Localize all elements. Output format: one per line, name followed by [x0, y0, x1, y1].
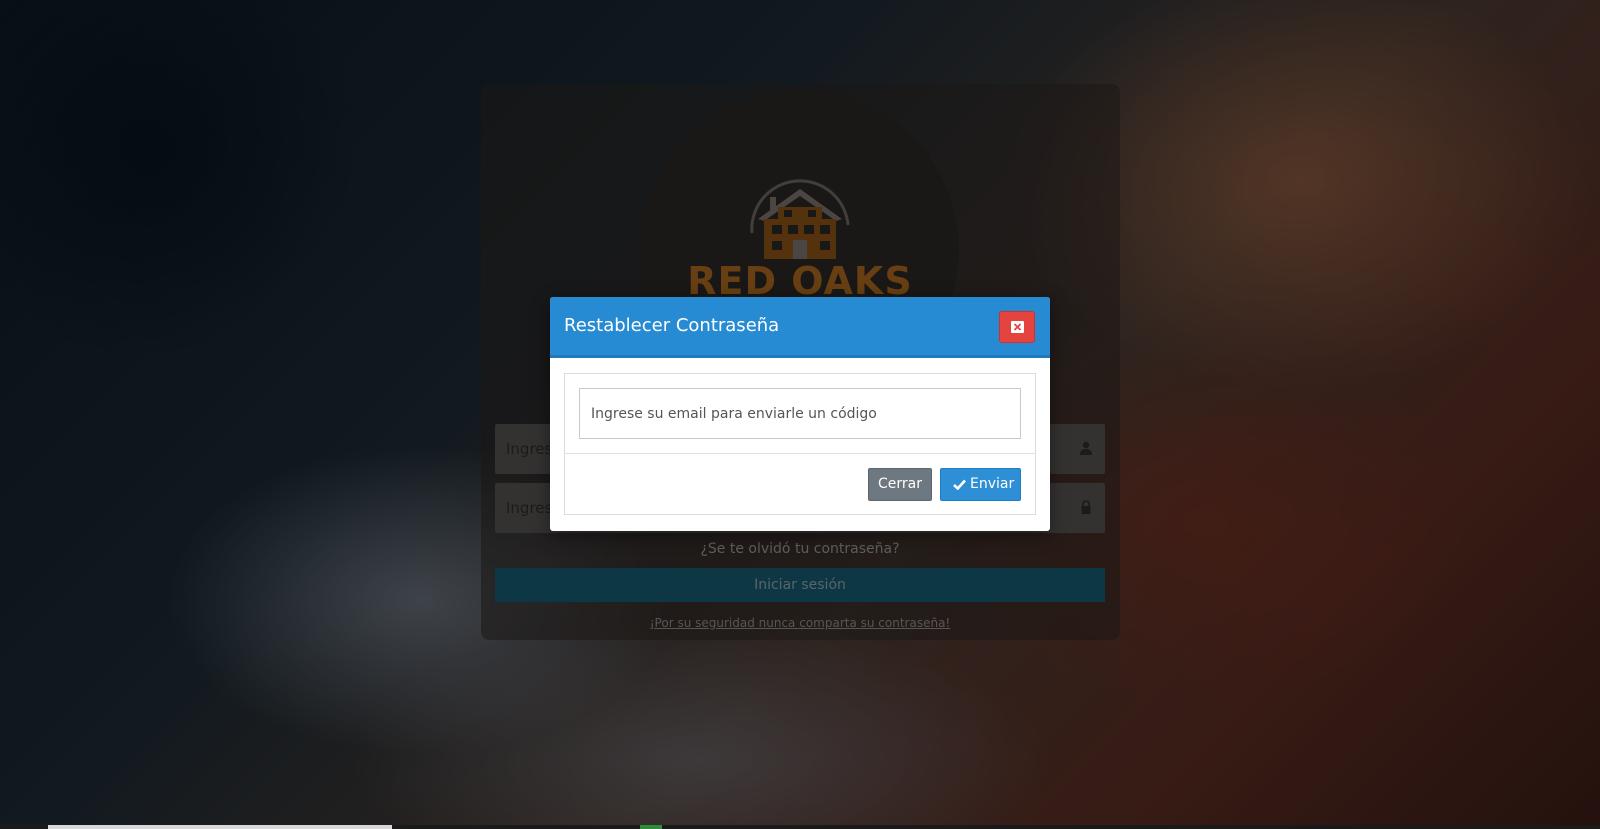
send-button[interactable]: Enviar [940, 468, 1021, 501]
bottom-strip-segment [640, 825, 662, 829]
reset-password-modal: Restablecer Contraseña Cerrar Enviar [550, 297, 1050, 531]
close-icon [1011, 321, 1024, 333]
bottom-strip-segment [48, 825, 392, 829]
close-button[interactable]: Cerrar [868, 468, 932, 501]
email-input[interactable] [579, 388, 1021, 439]
bottom-strip [0, 825, 1600, 829]
modal-footer-divider [565, 453, 1035, 454]
modal-header: Restablecer Contraseña [550, 297, 1050, 358]
modal-close-button[interactable] [999, 311, 1035, 343]
send-button-label: Enviar [970, 476, 1015, 492]
check-icon [953, 479, 966, 490]
modal-title: Restablecer Contraseña [564, 315, 780, 336]
modal-body: Cerrar Enviar [564, 373, 1036, 515]
